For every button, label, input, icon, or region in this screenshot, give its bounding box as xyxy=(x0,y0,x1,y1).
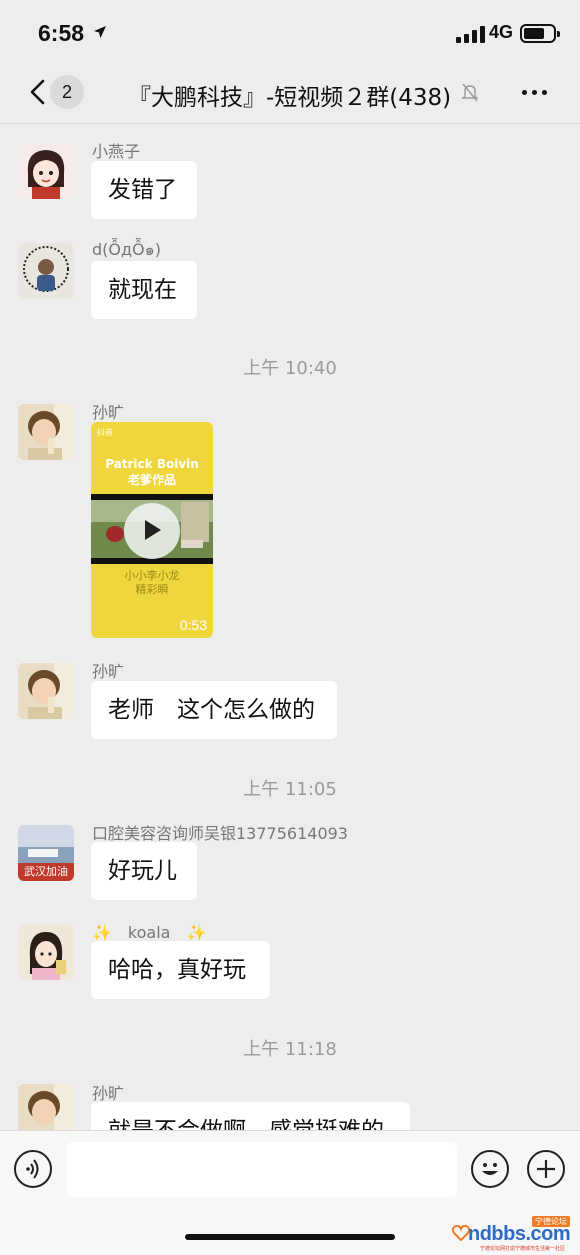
time-divider: 上午 11:18 xyxy=(243,1039,337,1060)
signal-strength-icon xyxy=(456,26,486,43)
avatar-child-photo xyxy=(18,1084,74,1130)
network-type: 4G xyxy=(489,22,514,42)
avatar[interactable] xyxy=(18,243,74,299)
sender-name: 小燕子 xyxy=(92,142,141,161)
video-duration: 0:53 xyxy=(179,617,207,633)
chat-title[interactable]: 『大鹏科技』-短视频２群(438) xyxy=(128,78,451,112)
message-bubble[interactable]: 哈哈，真好玩 xyxy=(91,941,270,999)
sender-name: d(ỖдỖ๑) xyxy=(92,240,162,259)
status-bar: 6:58 4G xyxy=(0,0,580,68)
time-divider: 上午 11:05 xyxy=(243,779,337,800)
video-message[interactable]: 抖音 Patrick Boivin 老爹作品 小小李小龙 精彩瞬 0:53 xyxy=(91,422,213,638)
sender-name: 孙旷 xyxy=(92,662,125,681)
avatar-girl-cartoon xyxy=(18,143,74,199)
location-arrow-icon xyxy=(94,26,106,38)
video-caption-line1: 小小李小龙 xyxy=(124,569,180,582)
video-caption-line2: 精彩瞬 xyxy=(135,583,169,596)
video-title-line2: 老爹作品 xyxy=(127,473,176,487)
site-watermark: ndbbs.com 宁德论坛 宁德论坛网打造宁德城市生活第一社区 xyxy=(450,1215,576,1253)
message-list-overflow: 孙旷 就是不会做啊，感觉挺难的 xyxy=(0,1080,580,1130)
message-bubble[interactable]: 就是不会做啊，感觉挺难的 xyxy=(91,1102,410,1130)
video-title: Patrick Boivin 老爹作品 xyxy=(91,456,213,488)
watermark-tag: 宁德论坛 xyxy=(532,1216,570,1227)
tiktok-logo: 抖音 xyxy=(97,428,113,437)
chat-header: 2 『大鹏科技』-短视频２群(438) xyxy=(0,68,580,124)
avatar[interactable] xyxy=(18,143,74,199)
voice-icon xyxy=(26,1159,39,1179)
avatar-girl-cartoon xyxy=(18,924,74,980)
sender-name: 孙旷 xyxy=(92,1084,125,1103)
more-options-button[interactable] xyxy=(520,88,550,98)
message-bubble[interactable]: 老师 这个怎么做的 xyxy=(91,681,337,739)
avatar[interactable] xyxy=(18,404,74,460)
home-indicator xyxy=(185,1234,395,1240)
avatar[interactable]: 武汉加油 xyxy=(18,825,74,881)
unread-count-badge[interactable]: 2 xyxy=(50,75,84,109)
emoji-button[interactable] xyxy=(471,1150,509,1188)
message-bubble[interactable]: 发错了 xyxy=(91,161,197,219)
avatar[interactable] xyxy=(18,924,74,980)
watermark-subtitle: 宁德论坛网打造宁德城市生活第一社区 xyxy=(480,1246,566,1252)
time-divider: 上午 10:40 xyxy=(243,358,337,379)
play-button[interactable] xyxy=(124,503,180,559)
chevron-left-icon[interactable] xyxy=(24,78,52,106)
video-title-line1: Patrick Boivin xyxy=(105,457,199,471)
video-caption: 小小李小龙 精彩瞬 xyxy=(91,569,213,597)
sender-name: 孙旷 xyxy=(92,403,125,422)
message-bubble[interactable]: 好玩儿 xyxy=(91,842,197,900)
bell-slash-icon xyxy=(461,83,479,102)
sender-name: ✨ koala ✨ xyxy=(92,923,207,942)
smiley-icon xyxy=(482,1163,498,1175)
message-input[interactable] xyxy=(67,1142,457,1197)
avatar-caption: 武汉加油 xyxy=(24,865,68,878)
plus-icon xyxy=(537,1160,555,1178)
avatar[interactable] xyxy=(18,1084,74,1130)
sender-name: 口腔美容咨询师吴银13775614093 xyxy=(92,824,348,843)
avatar-child-photo xyxy=(18,663,74,719)
avatar[interactable] xyxy=(18,663,74,719)
voice-input-button[interactable] xyxy=(14,1150,52,1188)
status-time: 6:58 xyxy=(38,20,85,46)
avatar-photo xyxy=(18,243,74,299)
message-bubble[interactable]: 就现在 xyxy=(91,261,197,319)
battery-icon xyxy=(520,24,560,43)
play-icon xyxy=(145,520,161,540)
avatar-child-photo xyxy=(18,404,74,460)
more-functions-button[interactable] xyxy=(527,1150,565,1188)
